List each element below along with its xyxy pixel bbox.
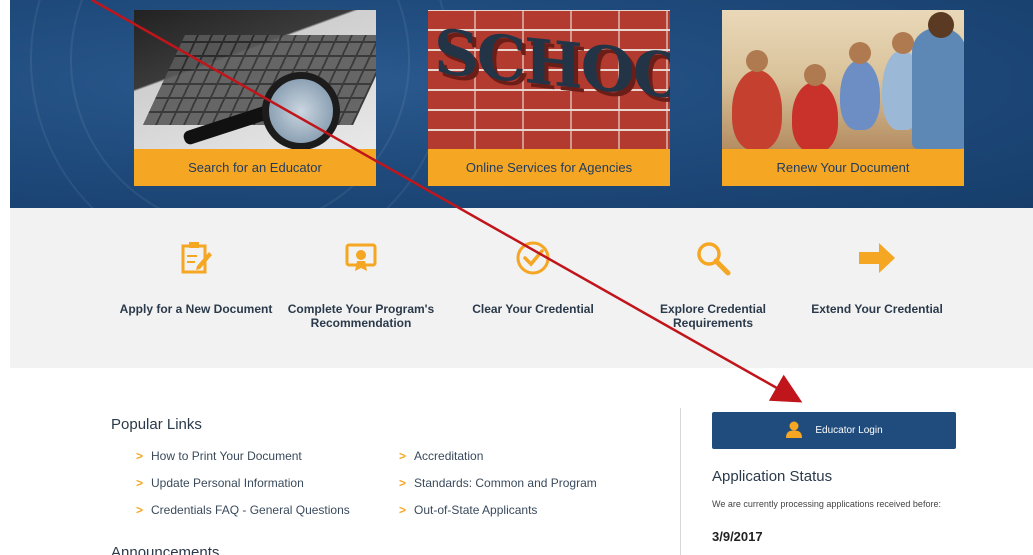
laptop-magnifier-photo bbox=[134, 10, 376, 149]
clear-credential-label: Clear Your Credential bbox=[472, 302, 594, 316]
application-status-title: Application Status bbox=[712, 468, 833, 485]
popular-link[interactable]: > Update Personal Information bbox=[136, 476, 304, 490]
educator-login-button[interactable]: Educator Login bbox=[712, 412, 956, 449]
online-services-tile[interactable]: SCHOOL Online Services for Agencies bbox=[428, 10, 670, 186]
popular-link[interactable]: > Credentials FAQ - General Questions bbox=[136, 503, 350, 517]
school-sign-photo: SCHOOL bbox=[428, 10, 670, 149]
application-status-date: 3/9/2017 bbox=[712, 529, 763, 544]
column-divider bbox=[680, 408, 681, 555]
chevron-right-icon: > bbox=[399, 503, 407, 517]
popular-link[interactable]: > Standards: Common and Program bbox=[399, 476, 597, 490]
extend-credential-label: Extend Your Credential bbox=[811, 302, 943, 316]
hero-banner: Search for an Educator SCHOOL Online Ser… bbox=[10, 0, 1033, 208]
chevron-right-icon: > bbox=[136, 449, 144, 463]
popular-link[interactable]: > Out-of-State Applicants bbox=[399, 503, 537, 517]
educator-login-label: Educator Login bbox=[815, 425, 883, 436]
extend-credential-link[interactable]: Extend Your Credential bbox=[792, 238, 962, 316]
online-services-label[interactable]: Online Services for Agencies bbox=[428, 149, 670, 186]
check-circle-icon bbox=[513, 238, 553, 278]
explore-requirements-label: Explore Credential Requirements bbox=[659, 302, 767, 330]
search-educator-label[interactable]: Search for an Educator bbox=[134, 149, 376, 186]
edit-document-icon bbox=[176, 238, 216, 278]
popular-link[interactable]: > How to Print Your Document bbox=[136, 449, 302, 463]
popular-links-title: Popular Links bbox=[111, 416, 202, 433]
certificate-icon bbox=[341, 238, 381, 278]
popular-link[interactable]: > Accreditation bbox=[399, 449, 483, 463]
program-recommendation-label: Complete Your Program's Recommendation bbox=[287, 302, 435, 330]
chevron-right-icon: > bbox=[136, 503, 144, 517]
explore-requirements-link[interactable]: Explore Credential Requirements bbox=[628, 238, 798, 330]
application-status-text: We are currently processing applications… bbox=[712, 499, 941, 509]
quick-links-band: Apply for a New Document Complete Your P… bbox=[10, 208, 1033, 368]
chevron-right-icon: > bbox=[399, 449, 407, 463]
magnifier-icon bbox=[693, 238, 733, 278]
chevron-right-icon: > bbox=[399, 476, 407, 490]
program-recommendation-link[interactable]: Complete Your Program's Recommendation bbox=[276, 238, 446, 330]
apply-new-document-label: Apply for a New Document bbox=[119, 302, 273, 316]
renew-document-label[interactable]: Renew Your Document bbox=[722, 149, 964, 186]
arrow-right-icon bbox=[857, 238, 897, 278]
clear-credential-link[interactable]: Clear Your Credential bbox=[448, 238, 618, 316]
user-icon bbox=[785, 420, 803, 441]
chevron-right-icon: > bbox=[136, 476, 144, 490]
classroom-photo bbox=[722, 10, 964, 149]
renew-document-tile[interactable]: Renew Your Document bbox=[722, 10, 964, 186]
apply-new-document-link[interactable]: Apply for a New Document bbox=[111, 238, 281, 316]
search-educator-tile[interactable]: Search for an Educator bbox=[134, 10, 376, 186]
announcements-title: Announcements bbox=[111, 544, 220, 555]
